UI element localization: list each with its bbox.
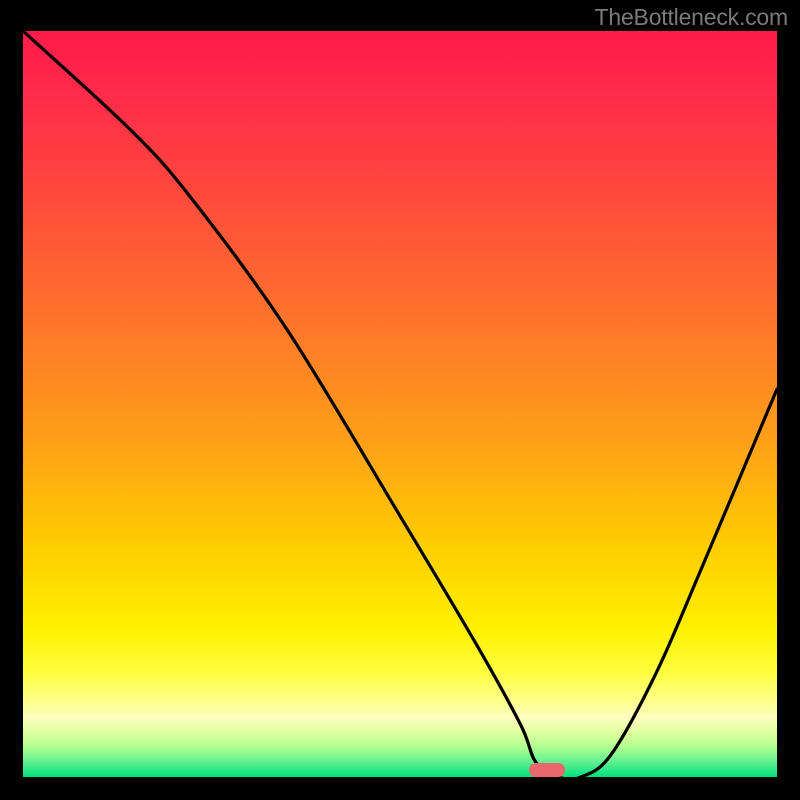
attribution-label: TheBottleneck.com [595, 4, 788, 31]
optimal-point-marker [529, 763, 565, 777]
chart-container: TheBottleneck.com [0, 0, 800, 800]
curve-layer [23, 31, 777, 777]
bottleneck-curve [23, 31, 777, 777]
plot-area [23, 31, 777, 777]
